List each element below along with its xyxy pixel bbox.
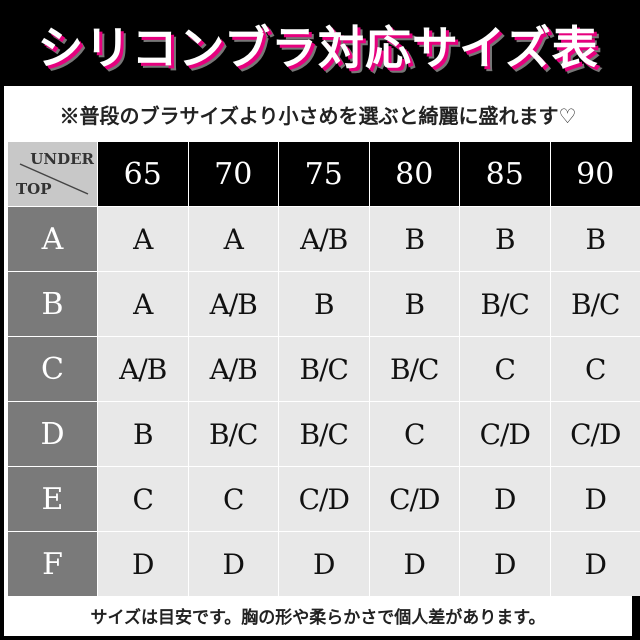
table-cell: A/B (279, 207, 369, 271)
column-header: 75 (279, 142, 369, 206)
row-header: E (8, 467, 97, 531)
column-header: 85 (460, 142, 550, 206)
table-cell: D (188, 532, 278, 596)
table-cell: B (279, 272, 369, 336)
table-cell: A (188, 207, 278, 271)
table-cell: B/C (279, 337, 369, 401)
row-header: A (8, 207, 97, 271)
table-cell: B/C (188, 402, 278, 466)
table-corner: UNDER TOP (8, 142, 97, 206)
table-cell: A/B (188, 337, 278, 401)
table-cell: C/D (369, 467, 459, 531)
table-cell: D (550, 467, 640, 531)
table-cell: A/B (188, 272, 278, 336)
table-cell: A (98, 207, 188, 271)
table-cell: B (369, 207, 459, 271)
table-cell: D (550, 532, 640, 596)
table-cell: C (460, 337, 550, 401)
size-chart: シリコンブラ対応サイズ表 ※普段のブラサイズより小さめを選ぶと綺麗に盛れます♡ … (4, 4, 640, 636)
title-bar: シリコンブラ対応サイズ表 (4, 4, 632, 86)
column-header: 65 (98, 142, 188, 206)
table-cell: D (369, 532, 459, 596)
row-header: F (8, 532, 97, 596)
row-header: B (8, 272, 97, 336)
row-header: C (8, 337, 97, 401)
row-header: D (8, 402, 97, 466)
table-cell: C (188, 467, 278, 531)
table-cell: B (98, 402, 188, 466)
table-cell: C/D (550, 402, 640, 466)
table-cell: B (369, 272, 459, 336)
table-cell: B/C (550, 272, 640, 336)
column-header: 90 (550, 142, 640, 206)
size-table: UNDER TOP 65 70 75 80 85 90 A A A A/B B … (8, 142, 640, 596)
table-cell: D (98, 532, 188, 596)
table-cell: A/B (98, 337, 188, 401)
table-cell: B (460, 207, 550, 271)
under-axis-label: UNDER (30, 150, 94, 168)
table-cell: D (460, 532, 550, 596)
column-header: 70 (188, 142, 278, 206)
table-cell: B/C (279, 402, 369, 466)
table-cell: C (369, 402, 459, 466)
table-cell: D (460, 467, 550, 531)
table-cell: C (98, 467, 188, 531)
column-header: 80 (369, 142, 459, 206)
table-cell: D (279, 532, 369, 596)
sizing-note: ※普段のブラサイズより小さめを選ぶと綺麗に盛れます♡ (59, 103, 577, 128)
table-cell: B/C (369, 337, 459, 401)
table-cell: B (550, 207, 640, 271)
page-title: シリコンブラ対応サイズ表 (37, 21, 599, 75)
table-cell: A (98, 272, 188, 336)
top-axis-label: TOP (16, 180, 52, 198)
table-cell: B/C (460, 272, 550, 336)
table-cell: C (550, 337, 640, 401)
table-cell: C/D (279, 467, 369, 531)
table-cell: C/D (460, 402, 550, 466)
disclaimer-footer: サイズは目安です。胸の形や柔らかさで個人差があります。 (90, 607, 546, 628)
